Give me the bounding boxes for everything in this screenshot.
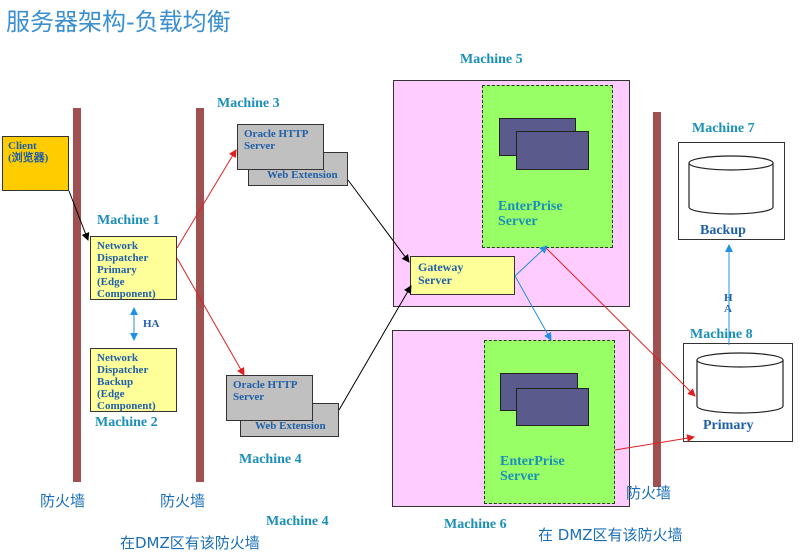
- db-primary-cylinder: [696, 352, 784, 414]
- gateway-to-enterprise-top-arrow: [514, 245, 548, 277]
- connector-layer: [68, 149, 784, 451]
- dispatcher-to-http-bottom-arrow: [176, 257, 245, 376]
- dispatcher-to-http-top-arrow: [176, 149, 237, 249]
- db-backup-cylinder: [688, 155, 774, 215]
- client-to-dispatcher-arrow: [68, 190, 90, 241]
- http-top-to-gateway-arrow: [347, 179, 410, 263]
- http-bottom-to-gateway-arrow: [338, 285, 412, 411]
- enterprise-bottom-to-db-arrow: [614, 434, 695, 451]
- gateway-to-enterprise-bottom-arrow: [514, 275, 552, 341]
- enterprise-top-to-db-arrow: [545, 247, 696, 397]
